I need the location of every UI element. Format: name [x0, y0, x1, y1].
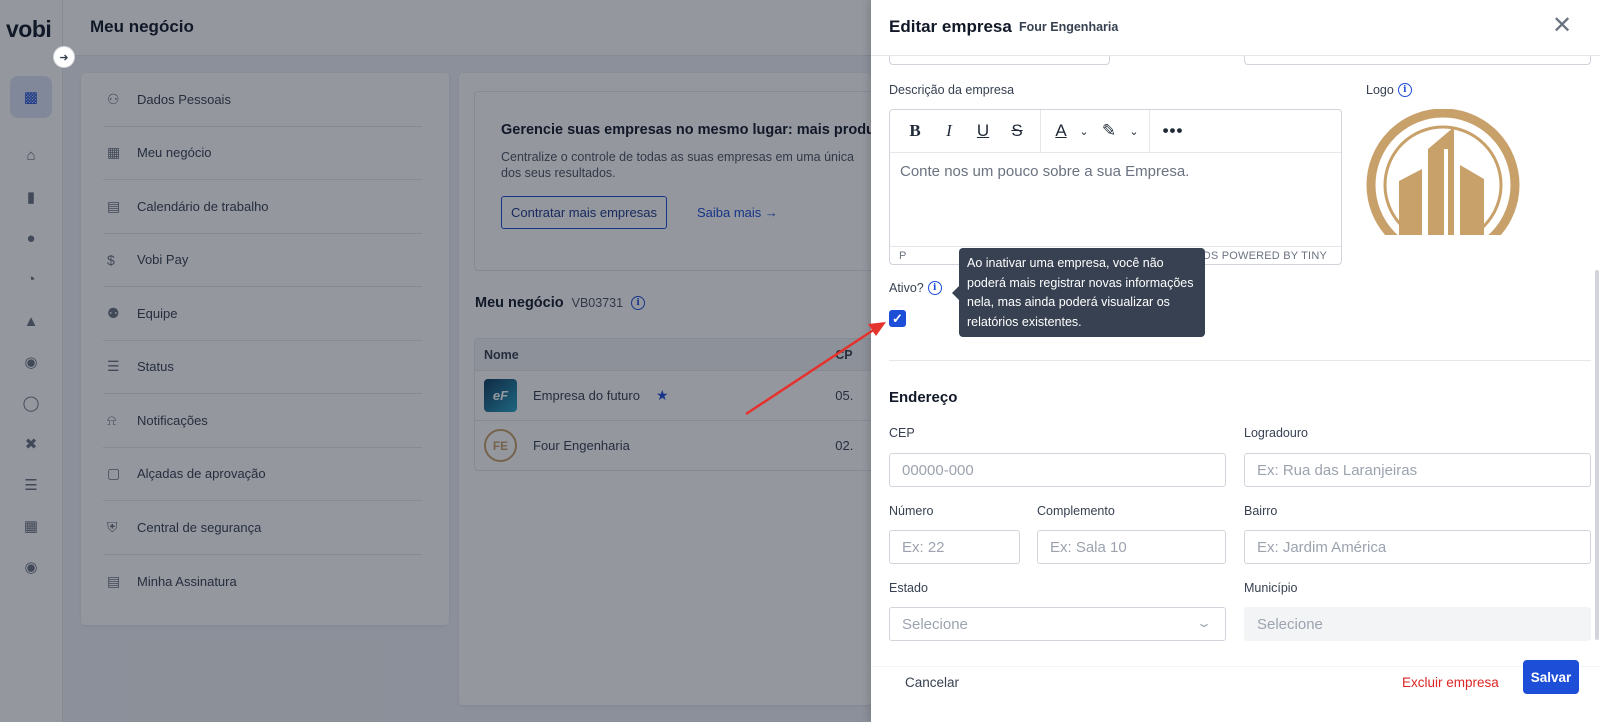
- delete-company-button[interactable]: Excluir empresa: [1402, 675, 1499, 690]
- chevron-down-icon: ⌄: [1195, 616, 1213, 630]
- cep-label: CEP: [889, 426, 915, 440]
- four-engenharia-logo: [1366, 109, 1520, 235]
- active-checkbox[interactable]: ✓: [889, 310, 906, 327]
- address-section-title: Endereço: [889, 389, 958, 406]
- toolbar-divider: [1040, 109, 1041, 153]
- info-icon[interactable]: i: [1397, 83, 1412, 97]
- close-icon[interactable]: ✕: [1552, 14, 1572, 38]
- bairro-input[interactable]: [1244, 530, 1591, 564]
- drawer-header: Editar empresa Four Engenharia ✕: [871, 0, 1600, 56]
- underline-icon[interactable]: U: [966, 116, 1000, 146]
- drawer-footer: Cancelar Excluir empresa Salvar: [871, 660, 1600, 722]
- estado-label: Estado: [889, 581, 928, 595]
- edit-company-drawer: Editar empresa Four Engenharia ✕ Descriç…: [871, 0, 1600, 722]
- drawer-title: Editar empresa: [889, 17, 1012, 36]
- modal-overlay[interactable]: [0, 0, 871, 722]
- active-info-tooltip: Ao inativar uma empresa, você não poderá…: [952, 248, 1205, 337]
- cancel-button[interactable]: Cancelar: [905, 675, 959, 690]
- app-background: vobi ▩ ⌂ ▮ ● ◔ ▲ ◉ ◯ ✖ ☰ ▦ ◉ ➜ Meu negóc…: [0, 0, 871, 722]
- info-icon[interactable]: i: [927, 281, 942, 295]
- strikethrough-icon[interactable]: S: [1000, 116, 1034, 146]
- text-color-icon[interactable]: A: [1047, 116, 1075, 146]
- complemento-label: Complemento: [1037, 504, 1115, 518]
- estado-select[interactable]: Selecione ⌄: [889, 607, 1226, 641]
- drawer-subtitle: Four Engenharia: [1019, 20, 1119, 34]
- bairro-label: Bairro: [1244, 504, 1278, 518]
- logo-label: Logo: [1366, 83, 1394, 97]
- company-logo-image[interactable]: [1366, 109, 1521, 235]
- chevron-down-icon[interactable]: ⌄: [1075, 116, 1093, 146]
- municipio-label: Município: [1244, 581, 1298, 595]
- numero-label: Número: [889, 504, 934, 518]
- active-label: Ativo?: [889, 281, 924, 295]
- chevron-down-icon[interactable]: ⌄: [1125, 116, 1143, 146]
- drawer-scrollbar[interactable]: [1595, 270, 1599, 640]
- editor-toolbar: B I U S A ⌄ ✎ ⌄ •••: [890, 109, 1341, 153]
- toolbar-divider: [1149, 109, 1150, 153]
- logo-label-group: Logo i: [1366, 83, 1412, 97]
- complemento-input[interactable]: [1037, 530, 1226, 564]
- rich-text-editor: B I U S A ⌄ ✎ ⌄ ••• Conte nos um pouco s…: [889, 109, 1342, 265]
- section-divider: [889, 360, 1591, 361]
- highlight-color-icon[interactable]: ✎: [1093, 116, 1125, 146]
- editor-path-tag: P: [899, 249, 907, 262]
- more-icon[interactable]: •••: [1156, 116, 1190, 146]
- active-label-group: Ativo? i: [889, 281, 942, 295]
- cep-input[interactable]: [889, 453, 1226, 487]
- tooltip-text: Ao inativar uma empresa, você não poderá…: [967, 256, 1194, 329]
- numero-input[interactable]: [889, 530, 1020, 564]
- municipio-select-value: Selecione: [1257, 615, 1323, 633]
- logradouro-input[interactable]: [1244, 453, 1591, 487]
- editor-content[interactable]: Conte nos um pouco sobre a sua Empresa.: [890, 153, 1341, 248]
- municipio-select: Selecione: [1244, 607, 1591, 641]
- italic-icon[interactable]: I: [932, 116, 966, 146]
- bold-icon[interactable]: B: [898, 116, 932, 146]
- logradouro-label: Logradouro: [1244, 426, 1308, 440]
- collapse-sidebar-icon[interactable]: ➜: [53, 46, 75, 68]
- tooltip-arrow: [952, 286, 959, 300]
- description-label: Descrição da empresa: [889, 83, 1015, 97]
- estado-select-value: Selecione: [902, 615, 968, 633]
- save-button[interactable]: Salvar: [1523, 660, 1579, 694]
